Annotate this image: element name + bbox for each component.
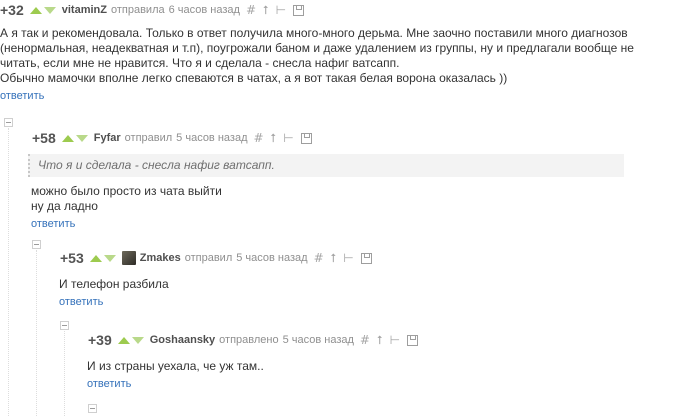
comment-rating: +39 (88, 332, 112, 348)
collapse-thread-icon[interactable] (32, 240, 41, 249)
thread-line (64, 331, 65, 416)
avatar[interactable] (121, 251, 136, 265)
collapse-thread-icon[interactable] (60, 321, 69, 330)
vote-controls (117, 336, 144, 344)
comment-header: +58 Fyfar отправил 5 часов назад # ⭡ ⊢ (28, 128, 700, 148)
branch-icon[interactable]: ⊢ (276, 3, 286, 17)
comment: +32 vitaminZ отправила 6 часов назад # ⭡… (0, 0, 700, 104)
vote-up-icon[interactable] (89, 254, 102, 262)
comment-text-line: И телефон разбила (59, 277, 169, 291)
save-icon[interactable] (360, 252, 372, 264)
save-icon[interactable] (300, 132, 312, 144)
comment-action: отправила (110, 4, 165, 16)
comment-body: И из страны уехала, че уж там.. (87, 359, 700, 374)
comment-text-line: А я так и рекомендовала. Только в ответ … (0, 26, 628, 40)
comment-header: +39 Goshaansky отправлено 5 часов назад … (84, 330, 700, 350)
permalink-icon[interactable]: # (246, 3, 256, 17)
branch-icon[interactable]: ⊢ (283, 131, 293, 145)
vote-controls (61, 134, 88, 142)
vote-up-icon[interactable] (61, 134, 74, 142)
thread-line (8, 128, 9, 416)
comment: +53 Zmakes отправил 5 часов назад # ⭡ ⊢ … (56, 248, 700, 310)
comment-rating: +32 (0, 2, 24, 18)
go-to-parent-icon[interactable]: ⭡ (331, 251, 337, 266)
vote-controls (29, 6, 56, 14)
comment-header: +32 vitaminZ отправила 6 часов назад # ⭡… (0, 0, 700, 20)
go-to-parent-icon[interactable]: ⭡ (377, 333, 383, 348)
permalink-icon[interactable]: # (360, 333, 370, 347)
comment-rating: +58 (32, 130, 56, 146)
comment-author[interactable]: vitaminZ (62, 4, 107, 16)
save-icon[interactable] (293, 4, 305, 16)
vote-down-icon[interactable] (131, 336, 144, 344)
comment-text-line: можно было просто из чата выйти (31, 184, 222, 198)
vote-up-icon[interactable] (29, 6, 42, 14)
branch-icon[interactable]: ⊢ (390, 333, 400, 347)
comment-author[interactable]: Goshaansky (150, 334, 215, 346)
go-to-parent-icon[interactable]: ⭡ (271, 131, 277, 146)
comment-text-line: (ненормальная, неадекватная и т.п), поуг… (0, 41, 634, 55)
comment-time: 5 часов назад (176, 132, 248, 144)
comment-action: отправил (124, 132, 173, 144)
go-to-parent-icon[interactable]: ⭡ (263, 3, 269, 18)
comment-action: отправлено (219, 334, 279, 346)
comment-text-line: читать, если мне не нравится. Что я и сд… (0, 56, 400, 70)
quoted-text: Что я и сделала - снесла нафиг ватсапп. (28, 154, 624, 177)
vote-down-icon[interactable] (75, 134, 88, 142)
comment-author[interactable]: Zmakes (140, 252, 181, 264)
vote-up-icon[interactable] (117, 336, 130, 344)
comment-body: можно было просто из чата выйти ну да ла… (31, 184, 700, 214)
reply-link[interactable]: ответить (31, 218, 75, 230)
comment-author[interactable]: Fyfar (94, 132, 121, 144)
permalink-icon[interactable]: # (253, 131, 263, 145)
save-icon[interactable] (407, 334, 419, 346)
branch-icon[interactable]: ⊢ (343, 251, 353, 265)
comment-body: А я так и рекомендовала. Только в ответ … (0, 26, 700, 86)
comment-rating: +53 (60, 250, 84, 266)
comment-time: 5 часов назад (236, 252, 308, 264)
vote-down-icon[interactable] (43, 6, 56, 14)
reply-link[interactable]: ответить (87, 378, 131, 390)
comment-text-line: И из страны уехала, че уж там.. (87, 359, 264, 373)
vote-controls (89, 254, 116, 262)
comment: +39 Goshaansky отправлено 5 часов назад … (84, 330, 700, 392)
reply-link[interactable]: ответить (59, 296, 103, 308)
comment-time: 6 часов назад (168, 4, 240, 16)
comment: +58 Fyfar отправил 5 часов назад # ⭡ ⊢ Ч… (28, 128, 700, 232)
comment-text-line: Обычно мамочки вполне легко спеваются в … (0, 71, 508, 85)
comment-body: И телефон разбила (59, 277, 700, 292)
comment-action: отправил (184, 252, 233, 264)
comment-time: 5 часов назад (282, 334, 354, 346)
vote-down-icon[interactable] (103, 254, 116, 262)
permalink-icon[interactable]: # (314, 251, 324, 265)
comment-text-line: ну да ладно (31, 199, 98, 213)
thread-line (36, 250, 37, 416)
collapse-thread-icon[interactable] (88, 404, 97, 413)
collapse-thread-icon[interactable] (4, 118, 13, 127)
comment-header: +53 Zmakes отправил 5 часов назад # ⭡ ⊢ (56, 248, 700, 268)
reply-link[interactable]: ответить (0, 90, 44, 102)
